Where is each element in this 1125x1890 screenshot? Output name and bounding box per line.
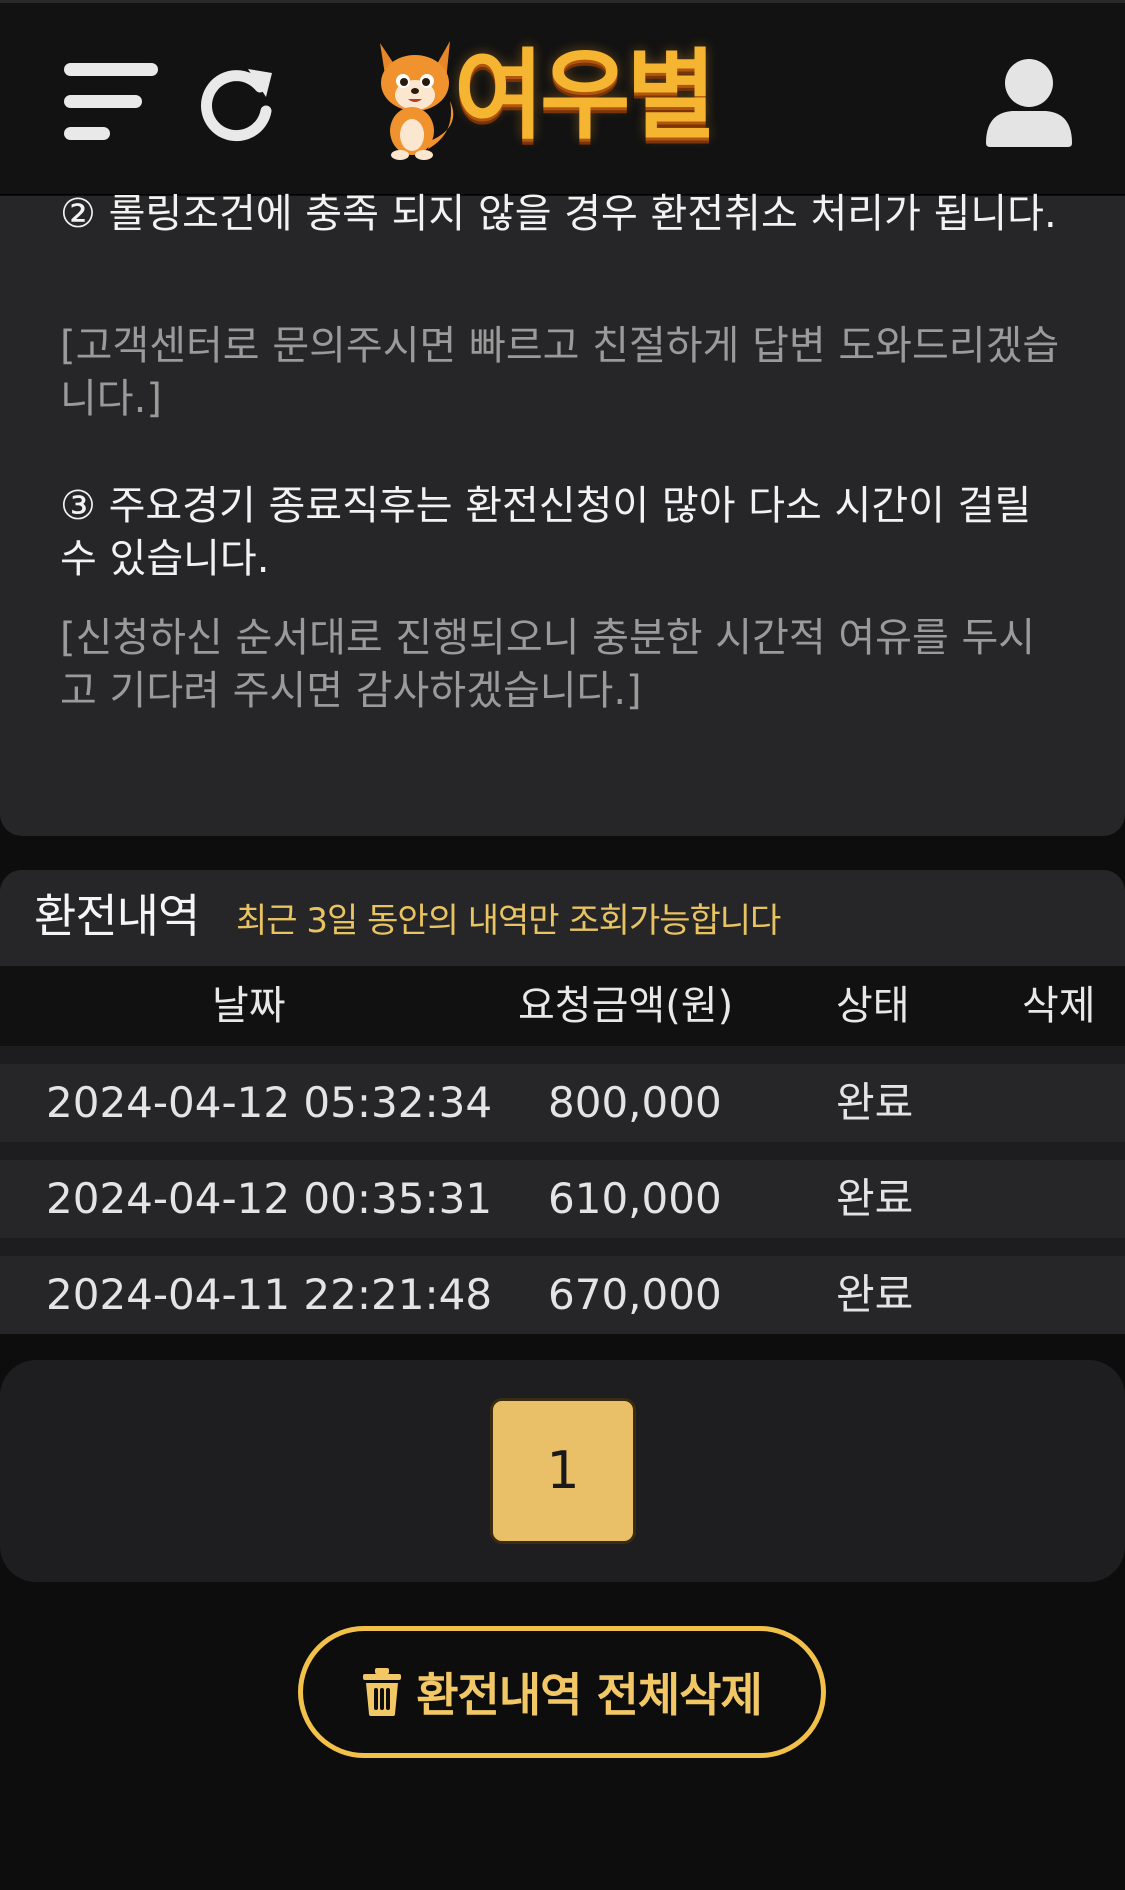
column-header-delete: 삭제 (1022, 983, 1096, 1029)
notice-item-3-detail: [신청하신 순서대로 진행되오니 충분한 시간적 여유를 두시고 기다려 주시면… (60, 615, 1036, 714)
column-header-date: 날짜 (212, 983, 286, 1029)
row-status: 완료 (836, 1270, 914, 1319)
withdrawal-notice-panel: ② 롤링조건에 충족 되지 않을 경우 환전취소 처리가 됩니다. [고객센터로… (0, 191, 1125, 836)
notice-item-3: ③ 주요경기 종료직후는 환전신청이 많아 다소 시간이 걸릴 수 있습니다. (60, 483, 1032, 582)
row-date: 2024-04-12 00:35:31 (46, 1174, 493, 1223)
site-logo[interactable]: 여우별 (370, 31, 755, 161)
hamburger-icon[interactable] (64, 61, 158, 143)
notice-item-2-detail: [고객센터로 문의주시면 빠르고 친절하게 답변 도와드리겠습니다.] (60, 323, 1060, 422)
history-note: 최근 3일 동안의 내역만 조회가능합니다 (236, 901, 781, 941)
column-header-amount: 요청금액(원) (518, 983, 734, 1029)
table-row[interactable]: 2024-04-12 00:35:31 610,000 완료 (0, 1160, 1125, 1238)
pagination: 1 (0, 1360, 1125, 1582)
user-icon[interactable] (982, 55, 1076, 149)
page-button-current[interactable]: 1 (490, 1398, 636, 1544)
trash-icon (363, 1668, 402, 1716)
table-row[interactable]: 2024-04-12 05:32:34 800,000 완료 (0, 1064, 1125, 1142)
row-status: 완료 (836, 1174, 914, 1223)
row-status: 완료 (836, 1078, 914, 1127)
delete-all-label: 환전내역 전체삭제 (416, 1668, 763, 1722)
logo-text: 여우별 (454, 39, 716, 153)
delete-all-history-button[interactable]: 환전내역 전체삭제 (298, 1626, 826, 1758)
row-amount: 670,000 (548, 1270, 722, 1319)
refresh-icon[interactable] (196, 61, 278, 143)
row-date: 2024-04-11 22:21:48 (46, 1270, 493, 1319)
row-amount: 800,000 (548, 1078, 722, 1127)
history-title: 환전내역 (34, 889, 200, 943)
table-row[interactable]: 2024-04-11 22:21:48 670,000 완료 (0, 1256, 1125, 1334)
withdrawal-history: 환전내역 최근 3일 동안의 내역만 조회가능합니다 날짜 요청금액(원) 상태… (0, 870, 1125, 1334)
row-amount: 610,000 (548, 1174, 722, 1223)
fox-mascot-icon (380, 41, 454, 160)
top-header: 여우별 (0, 0, 1125, 195)
table-header: 날짜 요청금액(원) 상태 삭제 (0, 966, 1125, 1046)
column-header-status: 상태 (836, 983, 910, 1029)
row-date: 2024-04-12 05:32:34 (46, 1078, 493, 1127)
history-header: 환전내역 최근 3일 동안의 내역만 조회가능합니다 (0, 870, 1125, 966)
notice-item-2: ② 롤링조건에 충족 되지 않을 경우 환전취소 처리가 됩니다. (60, 191, 1057, 237)
